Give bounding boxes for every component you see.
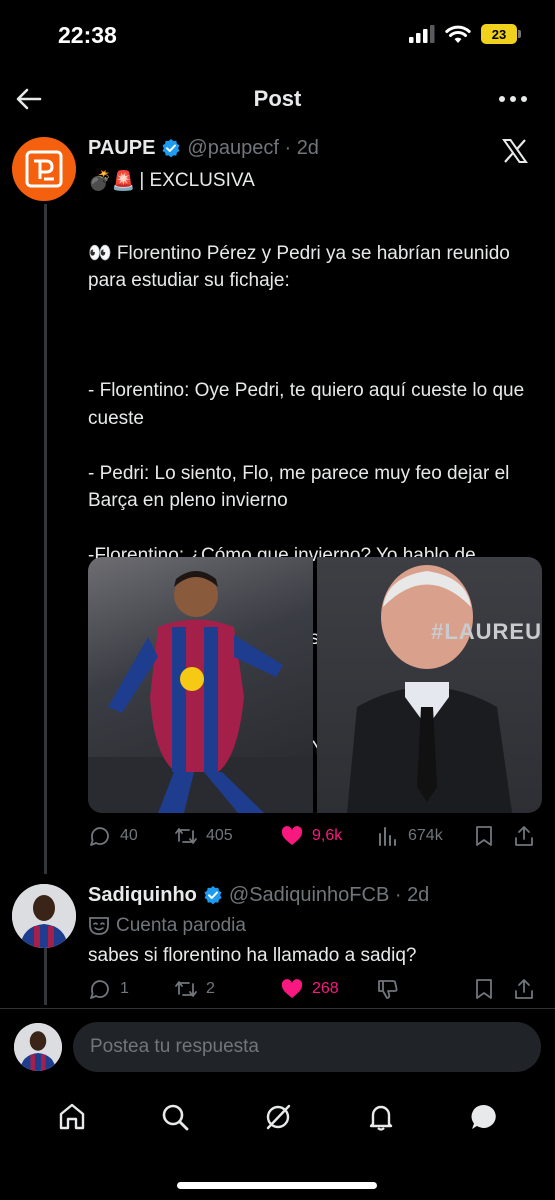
post-body-line: - Pedri: Lo siento, Flo, me parece muy f… <box>88 462 510 512</box>
messages-icon[interactable] <box>468 1101 500 1133</box>
views-button[interactable]: 674k <box>376 824 472 848</box>
reply-count: 40 <box>120 827 138 844</box>
bookmark-button[interactable] <box>472 977 512 1001</box>
reply-text: sabes si florentino ha llamado a sadiq? <box>88 945 417 966</box>
heart-filled-icon <box>281 979 303 998</box>
repost-count: 405 <box>206 827 233 844</box>
repost-icon <box>175 981 197 997</box>
repost-icon <box>175 828 197 844</box>
divider <box>0 1008 555 1009</box>
more-options-icon[interactable] <box>497 84 529 114</box>
separator-dot: · <box>389 883 408 906</box>
media-background-text: #LAUREU <box>431 619 542 644</box>
top-bar: Post <box>0 78 555 122</box>
bottom-navigation <box>0 1094 555 1140</box>
tag-emojis: 💣🚨 <box>88 171 136 192</box>
thread-connector-line <box>44 945 47 1005</box>
like-count: 268 <box>312 980 339 997</box>
parody-label: Cuenta parodia <box>88 913 538 939</box>
post-body-line: - Florentino: Oye Pedri, te quiero aquí … <box>88 380 525 429</box>
share-button[interactable] <box>512 977 538 1001</box>
wifi-icon <box>445 25 471 43</box>
notifications-bell-icon[interactable] <box>365 1101 397 1133</box>
author-handle[interactable]: @paupecf <box>187 137 278 160</box>
x-logo-icon <box>502 139 528 163</box>
man-portrait-illustration <box>347 565 512 813</box>
reply-icon <box>90 980 109 999</box>
signal-icon <box>409 25 435 43</box>
views-chart-icon <box>379 827 396 846</box>
verified-badge-icon <box>204 886 222 905</box>
post-header: PAUPE @paupecf · 2d <box>88 134 538 162</box>
status-icons: 23 <box>409 24 521 44</box>
share-icon <box>515 826 533 846</box>
bookmark-icon <box>476 979 492 999</box>
post-body-line <box>88 322 538 350</box>
post-tag-line: 💣🚨 | EXCLUSIVA <box>88 168 538 194</box>
reply-button[interactable]: 1 <box>88 977 174 1001</box>
avatar-illustration <box>14 1023 62 1071</box>
author-name[interactable]: PAUPE <box>88 137 155 160</box>
reply-age: 2d <box>407 883 430 906</box>
reply-icon <box>90 827 109 846</box>
repost-button[interactable]: 405 <box>174 824 280 848</box>
reply-post: Sadiquinho @SadiquinhoFCB · 2d Cuenta pa… <box>88 881 538 967</box>
player-illustration <box>88 571 313 813</box>
reply-button[interactable]: 40 <box>88 824 174 848</box>
heart-filled-icon <box>281 826 303 845</box>
post-actions: 40 405 9,6k 674k <box>88 824 538 848</box>
reply-author-handle[interactable]: @SadiquinhoFCB <box>229 884 389 907</box>
like-button[interactable]: 268 <box>280 977 376 1001</box>
reply-author-name[interactable]: Sadiquinho <box>88 884 197 907</box>
home-icon[interactable] <box>56 1101 88 1133</box>
like-count: 9,6k <box>312 827 343 844</box>
separator-dot: · <box>278 136 297 159</box>
tag-text: | EXCLUSIVA <box>139 170 255 191</box>
parody-mask-icon <box>89 917 109 935</box>
post-body-line: 👀 Florentino Pérez y Pedri ya se habrían… <box>88 242 510 292</box>
thread-connector-line <box>44 204 47 874</box>
author-avatar[interactable] <box>12 137 76 201</box>
current-user-avatar[interactable] <box>14 1023 62 1071</box>
parody-text: Cuenta parodia <box>116 915 246 936</box>
like-button[interactable]: 9,6k <box>280 824 376 848</box>
views-count: 674k <box>408 827 443 844</box>
bookmark-icon <box>476 826 492 846</box>
battery-indicator: 23 <box>481 24 521 44</box>
media-image-player[interactable] <box>88 557 313 813</box>
post-age: 2d <box>296 136 319 159</box>
search-icon[interactable] <box>159 1101 191 1133</box>
verified-badge-icon <box>162 139 180 158</box>
media-image-florentino[interactable]: #LAUREU <box>317 557 542 813</box>
repost-count: 2 <box>206 980 215 997</box>
reply-input[interactable] <box>73 1022 541 1072</box>
repost-button[interactable]: 2 <box>174 977 280 1001</box>
reply-header: Sadiquinho @SadiquinhoFCB · 2d <box>88 881 538 909</box>
grok-icon[interactable] <box>262 1101 294 1133</box>
paupe-logo-icon <box>25 150 63 188</box>
reply-actions: 1 2 268 <box>88 977 538 1001</box>
page-title: Post <box>253 86 302 111</box>
thumbs-down-icon <box>378 980 398 999</box>
home-indicator[interactable] <box>177 1182 377 1189</box>
status-time: 22:38 <box>58 22 117 48</box>
reply-count: 1 <box>120 980 129 997</box>
status-bar: 22:38 23 <box>0 0 555 72</box>
share-button[interactable] <box>512 824 538 848</box>
dislike-button[interactable] <box>376 977 472 1001</box>
avatar-illustration <box>12 884 76 948</box>
share-icon <box>515 979 533 999</box>
reply-author-avatar[interactable] <box>12 884 76 948</box>
bookmark-button[interactable] <box>472 824 512 848</box>
post-media[interactable]: #LAUREU <box>88 557 542 813</box>
